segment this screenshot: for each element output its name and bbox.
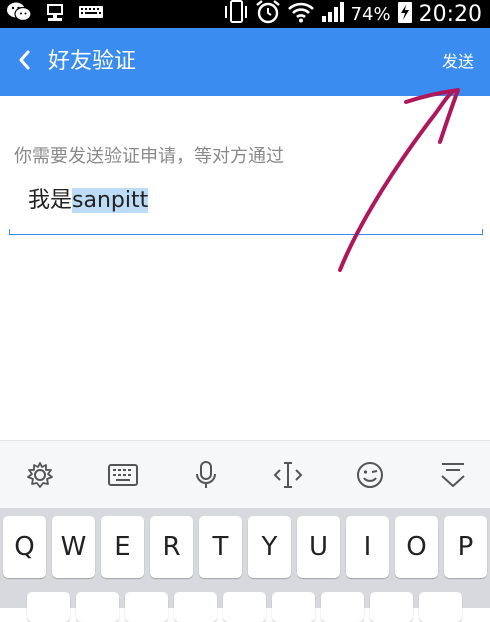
key-p[interactable]: P [444, 516, 487, 578]
key-row2[interactable] [223, 592, 266, 622]
emoji-icon[interactable] [354, 459, 386, 491]
keyboard-toolbar [0, 440, 490, 509]
key-row2[interactable] [272, 592, 315, 622]
battery-charging-icon [397, 0, 413, 28]
keyboard-icon [78, 1, 104, 27]
key-y[interactable]: Y [248, 516, 291, 578]
microphone-icon[interactable] [190, 459, 222, 491]
status-bar: 74% 20:20 [0, 0, 490, 28]
clock-time: 20:20 [418, 1, 482, 27]
hide-keyboard-icon[interactable] [437, 459, 469, 491]
app-bar: 好友验证 发送 [0, 28, 490, 96]
key-e[interactable]: E [101, 516, 144, 578]
key-u[interactable]: U [297, 516, 340, 578]
status-bar-right: 74% 20:20 [223, 0, 482, 28]
alarm-icon [255, 0, 281, 29]
input-border-left [9, 229, 10, 235]
input-text: 我是sanpitt [28, 186, 149, 216]
key-row2[interactable] [419, 592, 462, 622]
status-bar-left [6, 0, 104, 28]
key-w[interactable]: W [52, 516, 95, 578]
key-row2[interactable] [125, 592, 168, 622]
input-selected-text: sanpitt [72, 188, 149, 213]
wechat-icon [6, 1, 32, 27]
key-row2[interactable] [174, 592, 217, 622]
key-row2[interactable] [27, 592, 70, 622]
send-button[interactable]: 发送 [442, 28, 474, 96]
chevron-left-icon [17, 49, 31, 75]
page-title: 好友验证 [48, 49, 137, 74]
computer-icon [44, 1, 66, 27]
key-o[interactable]: O [395, 516, 438, 578]
input-border-right [482, 229, 483, 235]
input-prefix: 我是 [28, 188, 73, 213]
verification-hint: 你需要发送验证申请，等对方通过 [14, 146, 284, 167]
battery-percent: 74% [350, 3, 391, 25]
key-row2[interactable] [370, 592, 413, 622]
key-t[interactable]: T [199, 516, 242, 578]
key-row2[interactable] [76, 592, 119, 622]
key-r[interactable]: R [150, 516, 193, 578]
key-i[interactable]: I [346, 516, 389, 578]
key-q[interactable]: Q [3, 516, 46, 578]
vibrate-icon [223, 0, 249, 28]
key-row2[interactable] [321, 592, 364, 622]
keyboard-switch-icon[interactable] [107, 459, 139, 491]
signal-icon [321, 1, 345, 27]
verification-message-input[interactable]: 我是sanpitt [9, 178, 483, 235]
settings-icon[interactable] [24, 459, 56, 491]
back-button[interactable] [10, 42, 38, 82]
cursor-move-icon[interactable] [272, 459, 304, 491]
wifi-icon [287, 1, 315, 27]
soft-keyboard: Q W E R T Y U I O P [0, 508, 490, 622]
